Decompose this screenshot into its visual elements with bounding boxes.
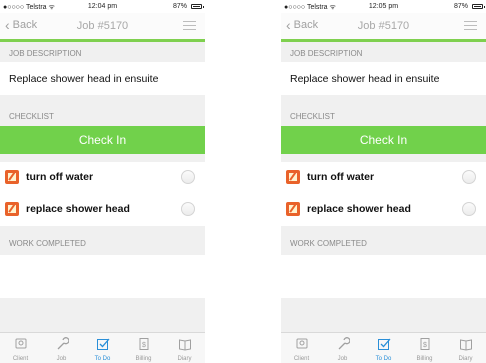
tab-client[interactable]: Client <box>0 333 41 363</box>
todo-check-icon <box>96 338 109 350</box>
page-title: Job #5170 <box>357 20 410 32</box>
status-bar: ●○○○○ Telstra ᯤ 12:04 pm 87% <box>0 0 205 13</box>
job-description-header: JOB DESCRIPTION <box>281 42 486 62</box>
svg-text:$: $ <box>142 342 146 349</box>
tab-label: Diary <box>177 356 192 362</box>
billing-icon: $ <box>139 338 148 350</box>
checklist-item[interactable]: replace shower head <box>281 194 486 226</box>
checklist-item[interactable]: turn off water <box>0 162 205 194</box>
tab-label: To Do <box>94 356 111 362</box>
page-title: Job #5170 <box>76 20 129 32</box>
section-spacer <box>0 298 205 332</box>
checklist-item[interactable]: replace shower head <box>0 194 205 226</box>
battery-percent: 87% <box>172 3 187 10</box>
tab-billing[interactable]: $ Billing <box>404 333 445 363</box>
hamburger-menu-icon[interactable] <box>464 21 477 31</box>
phone-screen-2: ●○○○○ Telstra ᯤ 12:05 pm 87% ‹ Back Job … <box>281 0 486 363</box>
section-spacer <box>0 154 205 162</box>
task-note-icon <box>286 170 300 184</box>
task-checkbox[interactable] <box>462 202 476 216</box>
task-checkbox[interactable] <box>181 170 195 184</box>
checklist-header: CHECKLIST <box>0 95 205 126</box>
billing-icon: $ <box>420 338 429 350</box>
nav-bar: ‹ Back Job #5170 <box>0 13 205 42</box>
tab-client[interactable]: Client <box>281 333 322 363</box>
section-label: JOB DESCRIPTION <box>290 49 363 58</box>
checklist-item-label: turn off water <box>26 171 94 183</box>
section-label: JOB DESCRIPTION <box>9 49 82 58</box>
battery-icon <box>191 4 204 9</box>
task-note-icon <box>5 202 19 216</box>
job-description-text: Replace shower head in ensuite <box>290 73 440 85</box>
checklist-item-label: turn off water <box>307 171 375 183</box>
task-note-icon <box>5 170 19 184</box>
work-completed-area <box>281 255 486 298</box>
battery-percent: 87% <box>453 3 468 10</box>
tab-bar: Client Job To Do $ Billing Diary <box>0 332 205 363</box>
tab-label: Job <box>56 356 67 362</box>
work-completed-header: WORK COMPLETED <box>0 226 205 255</box>
checklist-header: CHECKLIST <box>281 95 486 126</box>
status-bar: ●○○○○ Telstra ᯤ 12:05 pm 87% <box>281 0 486 13</box>
diary-icon <box>178 339 191 351</box>
task-note-icon <box>286 202 300 216</box>
tab-bar: Client Job To Do $ Billing Diary <box>281 332 486 363</box>
work-completed-area <box>0 255 205 298</box>
tab-label: Job <box>337 356 348 362</box>
task-checkbox[interactable] <box>462 170 476 184</box>
task-checkbox[interactable] <box>181 202 195 216</box>
nav-bar: ‹ Back Job #5170 <box>281 13 486 42</box>
tab-job[interactable]: Job <box>41 333 82 363</box>
tab-todo[interactable]: To Do <box>82 333 123 363</box>
wrench-icon <box>57 337 69 350</box>
tab-label: Diary <box>458 356 473 362</box>
tab-todo[interactable]: To Do <box>363 333 404 363</box>
tab-label: Client <box>12 356 29 362</box>
tab-job[interactable]: Job <box>322 333 363 363</box>
section-spacer <box>281 298 486 332</box>
check-in-button[interactable]: Check In <box>281 126 486 154</box>
job-description-header: JOB DESCRIPTION <box>0 42 205 62</box>
tab-diary[interactable]: Diary <box>445 333 486 363</box>
tab-label: To Do <box>375 356 392 362</box>
tab-label: Billing <box>416 356 433 362</box>
section-label: WORK COMPLETED <box>290 239 367 248</box>
tab-label: Client <box>293 356 310 362</box>
tab-diary[interactable]: Diary <box>164 333 205 363</box>
client-icon <box>296 338 307 349</box>
checklist-item-label: replace shower head <box>26 203 130 215</box>
battery-icon <box>472 4 485 9</box>
todo-check-icon <box>377 338 390 350</box>
work-completed-header: WORK COMPLETED <box>281 226 486 255</box>
section-spacer <box>281 154 486 162</box>
section-label: WORK COMPLETED <box>9 239 86 248</box>
svg-text:$: $ <box>423 342 427 349</box>
checklist-item-label: replace shower head <box>307 203 411 215</box>
hamburger-menu-icon[interactable] <box>183 21 196 31</box>
section-label: CHECKLIST <box>290 112 335 121</box>
tab-label: Billing <box>135 356 152 362</box>
phone-screen-1: ●○○○○ Telstra ᯤ 12:04 pm 87% ‹ Back Job … <box>0 0 205 363</box>
client-icon <box>15 338 26 349</box>
check-in-button[interactable]: Check In <box>0 126 205 154</box>
checklist-item[interactable]: turn off water <box>281 162 486 194</box>
section-label: CHECKLIST <box>9 112 54 121</box>
wrench-icon <box>338 337 350 350</box>
tab-billing[interactable]: $ Billing <box>123 333 164 363</box>
job-description-text: Replace shower head in ensuite <box>9 73 159 85</box>
diary-icon <box>459 339 472 351</box>
